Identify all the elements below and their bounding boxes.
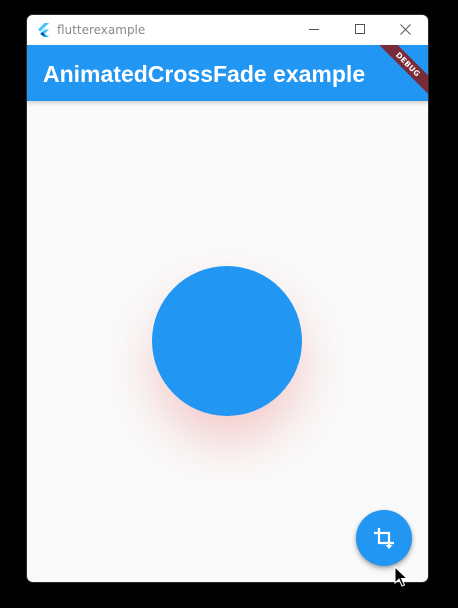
title-bar[interactable]: flutterexample xyxy=(27,15,428,45)
mouse-cursor-icon xyxy=(394,566,408,587)
crop-rotate-icon xyxy=(374,528,394,549)
crossfade-toggle-button[interactable] xyxy=(356,510,412,566)
blue-circle xyxy=(152,266,302,416)
debug-banner: DEBUG xyxy=(373,45,428,99)
minimize-icon xyxy=(309,29,319,30)
maximize-button[interactable] xyxy=(337,15,383,45)
page-title: AnimatedCrossFade example xyxy=(43,61,366,87)
close-icon xyxy=(400,24,411,35)
minimize-button[interactable] xyxy=(291,15,337,45)
content-area xyxy=(27,101,428,582)
app-bar: AnimatedCrossFade example DEBUG xyxy=(27,45,428,101)
close-button[interactable] xyxy=(382,15,428,45)
window-title: flutterexample xyxy=(57,23,146,37)
maximize-icon xyxy=(355,24,365,34)
app-window: flutterexample AnimatedCrossFade example… xyxy=(27,15,428,582)
flutter-logo-icon xyxy=(38,23,49,37)
